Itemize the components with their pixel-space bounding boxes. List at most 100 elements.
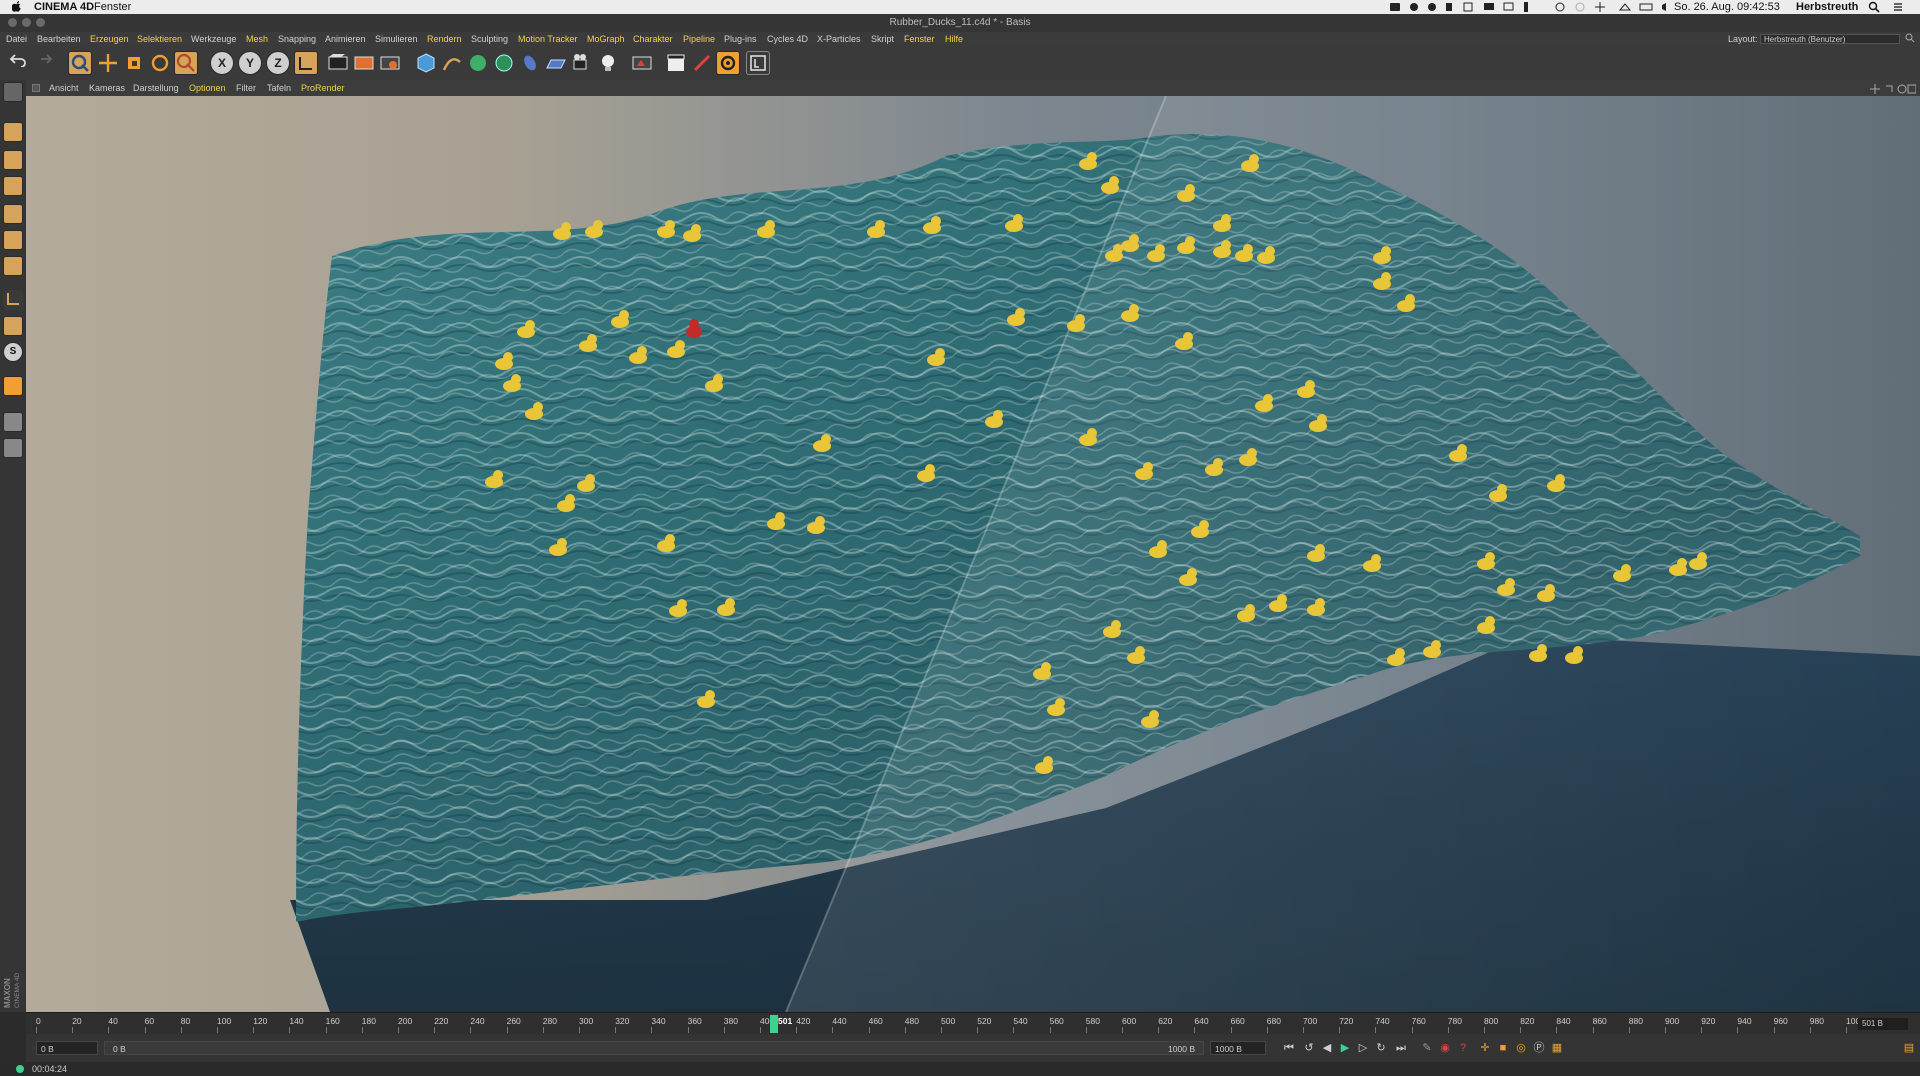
menu-item-datei[interactable]: Datei bbox=[6, 32, 27, 46]
menu-item-mesh[interactable]: Mesh bbox=[246, 32, 268, 46]
app-name[interactable]: CINEMA 4D bbox=[34, 1, 94, 13]
menu-item-selektieren[interactable]: Selektieren bbox=[137, 32, 182, 46]
z-axis-button[interactable]: Z bbox=[266, 51, 290, 75]
menu-item-bearbeiten[interactable]: Bearbeiten bbox=[37, 32, 81, 46]
viewport-menu-tafeln[interactable]: Tafeln bbox=[267, 80, 291, 96]
end-frame-field[interactable]: 1000 B bbox=[1210, 1041, 1266, 1055]
clock[interactable]: So. 26. Aug. 09:42:53 bbox=[1674, 0, 1780, 14]
key-scale-icon[interactable]: ■ bbox=[1494, 1040, 1512, 1056]
polygons-mode-icon[interactable] bbox=[3, 256, 23, 276]
axis-mode-icon[interactable] bbox=[3, 290, 23, 310]
timeline-ruler[interactable]: 0 20 40 60 80 100 120 140 160 180 200 220 240 260 280 3… bbox=[26, 1012, 1920, 1035]
layout-search-icon[interactable] bbox=[1905, 33, 1915, 47]
record-keys-icon[interactable]: ✎ bbox=[1418, 1040, 1436, 1056]
menu-fenster[interactable]: Fenster bbox=[94, 0, 131, 14]
cloner-icon[interactable] bbox=[492, 51, 516, 75]
menu-item-erzeugen[interactable]: Erzeugen bbox=[90, 32, 129, 46]
scale-icon[interactable] bbox=[122, 51, 146, 75]
viewport-menu-ansicht[interactable]: Ansicht bbox=[49, 80, 79, 96]
keyframe-selection-icon[interactable]: ? bbox=[1454, 1040, 1472, 1056]
coordinate-system-icon[interactable] bbox=[294, 51, 318, 75]
viewport-menu-icon[interactable] bbox=[32, 84, 40, 92]
3d-viewport[interactable] bbox=[26, 96, 1920, 1012]
deformer-icon[interactable] bbox=[518, 51, 542, 75]
menu-item-animieren[interactable]: Animieren bbox=[325, 32, 366, 46]
timeline-playhead[interactable] bbox=[770, 1015, 778, 1033]
clapper-icon[interactable] bbox=[664, 51, 688, 75]
make-editable-icon[interactable] bbox=[3, 82, 23, 102]
recent-tool-icon[interactable] bbox=[174, 51, 198, 75]
timeline-tick-mark bbox=[1013, 1027, 1015, 1033]
menu-item-cycles4d[interactable]: Cycles 4D bbox=[767, 32, 808, 46]
previous-frame-icon[interactable]: ◀ bbox=[1318, 1040, 1336, 1056]
next-frame-icon[interactable]: ▷ bbox=[1354, 1040, 1372, 1056]
menu-item-skript[interactable]: Skript bbox=[871, 32, 894, 46]
render-settings-icon[interactable] bbox=[378, 51, 402, 75]
key-parameter-icon[interactable]: Ⓟ bbox=[1530, 1040, 1548, 1056]
light-icon[interactable] bbox=[596, 51, 620, 75]
play-forward-icon[interactable]: ▶ bbox=[1336, 1040, 1354, 1056]
go-to-start-icon[interactable]: ⏮ bbox=[1280, 1040, 1298, 1056]
magnet-icon[interactable] bbox=[3, 376, 23, 396]
brush-icon[interactable] bbox=[690, 51, 714, 75]
snap-button[interactable]: S bbox=[3, 342, 23, 362]
menu-item-xparticles[interactable]: X-Particles bbox=[817, 32, 861, 46]
menu-item-werkzeuge[interactable]: Werkzeuge bbox=[191, 32, 236, 46]
viewport-menu-filter[interactable]: Filter bbox=[236, 80, 256, 96]
x-axis-button[interactable]: X bbox=[210, 51, 234, 75]
viewport-menu-optionen[interactable]: Optionen bbox=[189, 80, 226, 96]
floor-icon[interactable] bbox=[544, 51, 568, 75]
menu-item-mograph[interactable]: MoGraph bbox=[587, 32, 625, 46]
tweak-mode-icon[interactable] bbox=[3, 316, 23, 336]
key-rotation-icon[interactable]: ◎ bbox=[1512, 1040, 1530, 1056]
range-slider[interactable]: 0 B 1000 B bbox=[104, 1041, 1204, 1055]
previous-key-icon[interactable]: ↺ bbox=[1300, 1040, 1318, 1056]
viewport-menu-prorender[interactable]: ProRender bbox=[301, 80, 345, 96]
layout-select[interactable]: Herbstreuth (Benutzer) bbox=[1760, 34, 1900, 44]
menu-item-hilfe[interactable]: Hilfe bbox=[945, 32, 963, 46]
cube-icon[interactable] bbox=[414, 51, 438, 75]
autokey-icon[interactable]: ◉ bbox=[1436, 1040, 1454, 1056]
settings-icon[interactable] bbox=[716, 51, 740, 75]
rotate-icon[interactable] bbox=[148, 51, 172, 75]
edges-mode-icon[interactable] bbox=[3, 230, 23, 250]
pen-spline-icon[interactable] bbox=[440, 51, 464, 75]
render-queue-icon[interactable] bbox=[630, 51, 654, 75]
workplane-mode-icon[interactable] bbox=[3, 176, 23, 196]
viewport-menu-darstellung[interactable]: Darstellung bbox=[133, 80, 179, 96]
menu-item-fenster[interactable]: Fenster bbox=[904, 32, 935, 46]
timeline-tick-label: 620 bbox=[1158, 1016, 1173, 1026]
user-name[interactable]: Herbstreuth bbox=[1796, 1, 1858, 13]
go-to-end-icon[interactable]: ⏭ bbox=[1392, 1040, 1410, 1056]
layer-icon[interactable] bbox=[746, 51, 770, 75]
menu-item-pipeline[interactable]: Pipeline bbox=[683, 32, 715, 46]
workplane-lock-icon[interactable] bbox=[3, 412, 23, 432]
y-axis-button[interactable]: Y bbox=[238, 51, 262, 75]
start-frame-field[interactable]: 0 B bbox=[36, 1041, 98, 1055]
texture-mode-icon[interactable] bbox=[3, 150, 23, 170]
viewport-menu-kameras[interactable]: Kameras bbox=[89, 80, 125, 96]
subdivision-surface-icon[interactable] bbox=[466, 51, 490, 75]
render-view-icon[interactable] bbox=[326, 51, 350, 75]
menu-item-sculpting[interactable]: Sculpting bbox=[471, 32, 508, 46]
key-position-icon[interactable]: ✛ bbox=[1476, 1040, 1494, 1056]
camera-icon[interactable] bbox=[570, 51, 594, 75]
move-icon[interactable] bbox=[96, 51, 120, 75]
menu-item-plugins[interactable]: Plug-ins bbox=[724, 32, 757, 46]
render-picture-viewer-icon[interactable] bbox=[352, 51, 376, 75]
next-key-icon[interactable]: ↻ bbox=[1372, 1040, 1390, 1056]
undo-icon[interactable] bbox=[6, 51, 30, 75]
points-mode-icon[interactable] bbox=[3, 204, 23, 224]
live-selection-icon[interactable] bbox=[68, 51, 92, 75]
menu-item-snapping[interactable]: Snapping bbox=[278, 32, 316, 46]
menu-item-simulieren[interactable]: Simulieren bbox=[375, 32, 418, 46]
redo-icon[interactable] bbox=[32, 51, 56, 75]
menu-item-charakter[interactable]: Charakter bbox=[633, 32, 673, 46]
model-mode-icon[interactable] bbox=[3, 122, 23, 142]
grid-snap-icon[interactable] bbox=[3, 438, 23, 458]
timeline-settings-icon[interactable]: ▤ bbox=[1900, 1040, 1918, 1056]
menu-item-motion-tracker[interactable]: Motion Tracker bbox=[518, 32, 578, 46]
timeline-end-field[interactable]: 501 B bbox=[1858, 1018, 1908, 1030]
key-pla-icon[interactable]: ▦ bbox=[1548, 1040, 1566, 1056]
menu-item-rendern[interactable]: Rendern bbox=[427, 32, 462, 46]
